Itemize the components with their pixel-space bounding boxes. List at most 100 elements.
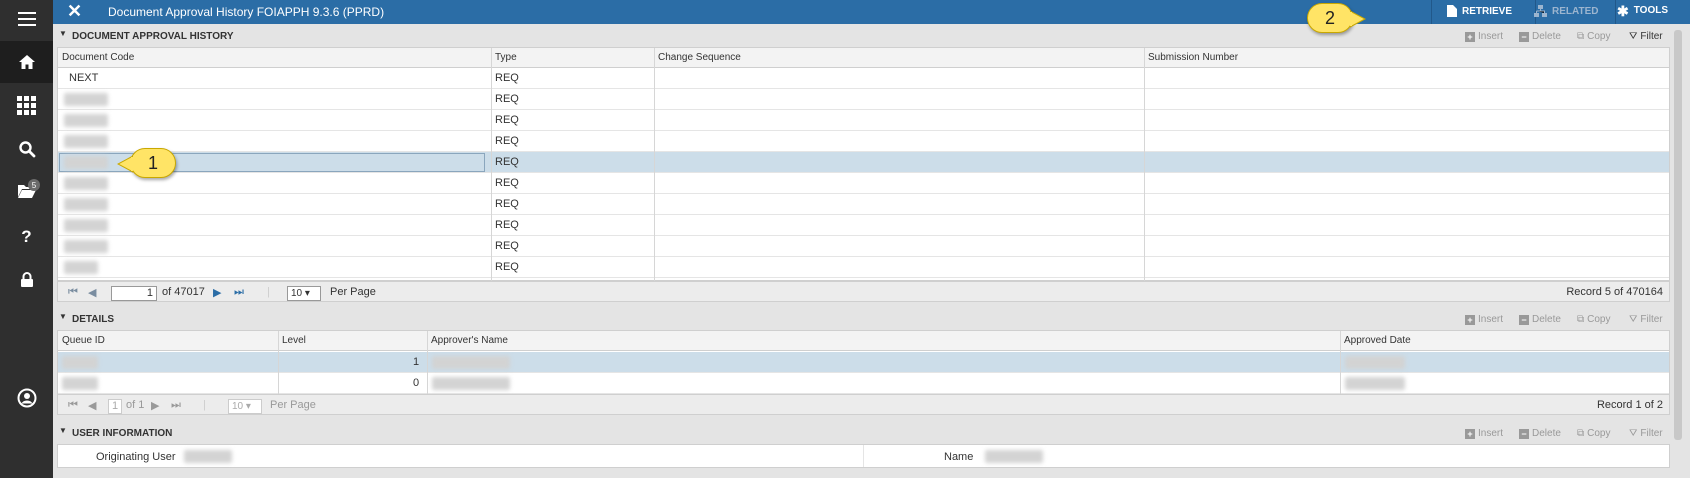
last-page-icon[interactable]: ⏭ bbox=[234, 286, 244, 299]
per-page-select[interactable]: 10 ▾ bbox=[228, 399, 262, 414]
prev-page-icon[interactable]: ◀ bbox=[88, 399, 96, 412]
page-number-input[interactable]: 1 bbox=[108, 399, 122, 414]
col-approved-date[interactable]: Approved Date bbox=[1344, 335, 1411, 346]
collapse-caret-icon[interactable]: ▼ bbox=[59, 29, 67, 38]
collapse-caret-icon[interactable]: ▼ bbox=[59, 426, 67, 435]
retrieve-button[interactable]: RETRIEVE bbox=[1447, 5, 1512, 17]
section-title: DETAILS bbox=[72, 314, 115, 325]
table-row[interactable]: REQ bbox=[58, 152, 1669, 173]
document-code-cell[interactable] bbox=[64, 156, 108, 169]
type-cell: REQ bbox=[495, 219, 519, 231]
search-icon[interactable] bbox=[0, 128, 53, 170]
table-row[interactable]: NEXT REQ bbox=[58, 68, 1669, 89]
tools-label: TOOLS bbox=[1633, 5, 1668, 16]
lock-icon[interactable] bbox=[0, 259, 53, 301]
filter-button[interactable]: ⛛ Filter bbox=[1629, 428, 1663, 439]
filter-icon: ⛛ bbox=[1629, 428, 1638, 439]
table-row[interactable]: REQ bbox=[58, 215, 1669, 236]
col-level[interactable]: Level bbox=[282, 335, 306, 346]
copy-icon: ⧉ bbox=[1577, 314, 1585, 325]
prev-page-icon[interactable]: ◀ bbox=[88, 286, 96, 299]
table-row[interactable]: REQ bbox=[58, 110, 1669, 131]
tools-button[interactable]: ✱ TOOLS bbox=[1617, 2, 1668, 19]
level-cell: 1 bbox=[413, 356, 420, 368]
col-document-code[interactable]: Document Code bbox=[62, 52, 134, 63]
plus-icon: + bbox=[1465, 31, 1475, 42]
name-value bbox=[985, 450, 1043, 463]
insert-button[interactable]: + Insert bbox=[1465, 428, 1503, 439]
page-scrollbar[interactable] bbox=[1672, 25, 1684, 478]
table-row[interactable]: REQ bbox=[58, 257, 1669, 278]
document-code-cell[interactable]: NEXT bbox=[69, 72, 98, 84]
close-icon[interactable]: ✕ bbox=[67, 0, 82, 24]
next-page-icon[interactable]: ▶ bbox=[151, 399, 159, 412]
next-page-icon[interactable]: ▶ bbox=[213, 286, 221, 299]
minus-icon: − bbox=[1519, 314, 1529, 325]
recent-folder-icon[interactable]: 5 bbox=[0, 170, 53, 212]
table-row[interactable]: REQ bbox=[58, 131, 1669, 152]
level-cell: 0 bbox=[413, 377, 420, 389]
insert-button[interactable]: + Insert bbox=[1465, 31, 1503, 42]
last-page-icon[interactable]: ⏭ bbox=[171, 399, 181, 412]
filter-icon: ⛛ bbox=[1629, 314, 1638, 325]
col-approver-name[interactable]: Approver's Name bbox=[431, 335, 508, 346]
table-row[interactable]: 1 bbox=[58, 352, 1669, 373]
page-number-input[interactable]: 1 bbox=[111, 286, 157, 301]
document-code-cell[interactable] bbox=[64, 93, 108, 106]
table-row[interactable]: REQ bbox=[58, 89, 1669, 110]
gear-icon: ✱ bbox=[1617, 2, 1629, 19]
name-label: Name bbox=[944, 451, 974, 463]
type-cell: REQ bbox=[495, 114, 519, 126]
table-row[interactable]: 0 bbox=[58, 373, 1669, 394]
left-nav: 5 ? bbox=[0, 0, 53, 478]
insert-button[interactable]: + Insert bbox=[1465, 314, 1503, 325]
user-info-panel: Originating User Name bbox=[57, 444, 1670, 468]
copy-button[interactable]: ⧉ Copy bbox=[1577, 428, 1611, 439]
table-row[interactable]: REQ bbox=[58, 194, 1669, 215]
table-header: Document Code Type Change Sequence Submi… bbox=[58, 48, 1669, 68]
details-table: Queue ID Level Approver's Name Approved … bbox=[57, 330, 1670, 395]
delete-button[interactable]: − Delete bbox=[1519, 31, 1561, 42]
copy-button[interactable]: ⧉ Copy bbox=[1577, 314, 1611, 325]
delete-button[interactable]: − Delete bbox=[1519, 314, 1561, 325]
document-code-cell[interactable] bbox=[64, 177, 108, 190]
document-code-cell[interactable] bbox=[64, 219, 108, 232]
user-profile-icon[interactable] bbox=[0, 377, 53, 419]
per-page-select[interactable]: 10 ▾ bbox=[287, 286, 321, 301]
col-change-sequence[interactable]: Change Sequence bbox=[658, 52, 741, 63]
col-queue-id[interactable]: Queue ID bbox=[62, 335, 105, 346]
first-page-icon[interactable]: ⏮ bbox=[68, 286, 78, 299]
collapse-caret-icon[interactable]: ▼ bbox=[59, 312, 67, 321]
filter-button[interactable]: ⛛ Filter bbox=[1629, 31, 1663, 42]
col-submission-number[interactable]: Submission Number bbox=[1148, 52, 1238, 63]
document-code-cell[interactable] bbox=[64, 261, 98, 274]
copy-icon: ⧉ bbox=[1577, 31, 1585, 42]
delete-button[interactable]: − Delete bbox=[1519, 428, 1561, 439]
page-title: Document Approval History FOIAPPH 9.3.6 … bbox=[108, 5, 385, 19]
table-header: Queue ID Level Approver's Name Approved … bbox=[58, 331, 1669, 351]
help-icon[interactable]: ? bbox=[0, 216, 53, 258]
document-code-cell[interactable] bbox=[64, 240, 108, 253]
home-icon[interactable] bbox=[0, 41, 53, 83]
first-page-icon[interactable]: ⏮ bbox=[68, 399, 78, 412]
table-row[interactable]: REQ bbox=[58, 236, 1669, 257]
document-code-cell[interactable] bbox=[64, 198, 108, 211]
document-code-cell[interactable] bbox=[64, 135, 108, 148]
originating-user-value bbox=[184, 450, 232, 463]
filter-button[interactable]: ⛛ Filter bbox=[1629, 314, 1663, 325]
per-page-label: Per Page bbox=[270, 399, 316, 411]
section-title: DOCUMENT APPROVAL HISTORY bbox=[72, 31, 234, 42]
applications-grid-icon[interactable] bbox=[0, 84, 53, 126]
menu-icon[interactable] bbox=[0, 0, 53, 38]
type-cell: REQ bbox=[495, 177, 519, 189]
type-cell: REQ bbox=[495, 93, 519, 105]
table-row[interactable]: REQ bbox=[58, 173, 1669, 194]
page-count: of 47017 bbox=[162, 286, 205, 298]
document-code-cell[interactable] bbox=[64, 114, 108, 127]
originating-user-label: Originating User bbox=[96, 451, 176, 463]
type-cell: REQ bbox=[495, 72, 519, 84]
type-cell: REQ bbox=[495, 135, 519, 147]
col-type[interactable]: Type bbox=[495, 52, 517, 63]
copy-button[interactable]: ⧉ Copy bbox=[1577, 31, 1611, 42]
related-button[interactable]: RELATED bbox=[1534, 5, 1598, 17]
